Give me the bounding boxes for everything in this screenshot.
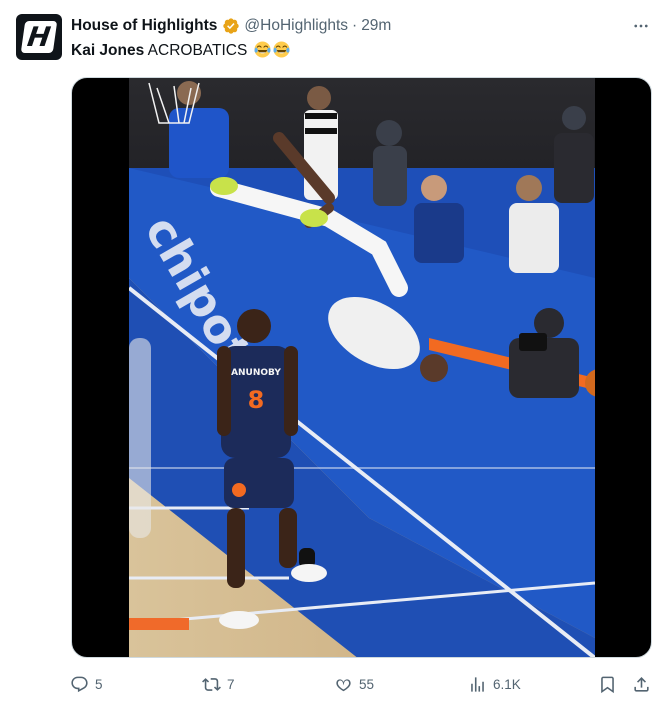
repost-button[interactable]: 7 [202,673,235,695]
bookmark-button[interactable] [598,673,617,695]
action-bar: 5 7 55 6.1K [70,673,656,695]
views-chart-icon [471,676,484,692]
like-count: 55 [359,676,375,692]
heart-icon [336,678,351,691]
jersey-number: 8 [248,386,265,414]
tweet-text: Kai Jones ACROBATICS [71,41,290,61]
jersey-name: ANUNOBY [231,368,281,378]
views-count: 6.1K [493,676,521,692]
reply-count: 5 [95,676,103,692]
share-icon [634,676,649,692]
reply-button[interactable]: 5 [70,673,103,695]
reply-icon [71,676,88,692]
share-button[interactable] [632,673,651,695]
author-handle[interactable]: @HoHighlights [244,16,348,36]
tears-of-joy-emoji-icon [273,41,290,58]
separator-dot: · [352,17,358,34]
video-still: chipotle ANUNOBY 8 [129,78,595,657]
timestamp[interactable]: 29m [361,16,391,36]
tears-of-joy-emoji-icon [254,41,271,58]
repost-icon [202,677,221,691]
author-name[interactable]: House of Highlights [71,16,217,36]
more-options-button[interactable] [627,14,655,38]
tweet-header: House of Highlights @HoHighlights · 29m [71,16,391,36]
views-button[interactable]: 6.1K [468,673,521,695]
ellipsis-icon [634,24,648,28]
video-frame[interactable]: chipotle ANUNOBY 8 [129,78,595,657]
tweet[interactable]: H House of Highlights @HoHighlights · 29… [0,0,661,708]
avatar-letter: H [25,21,53,53]
verified-badge-icon[interactable] [222,17,240,35]
video-media[interactable]: chipotle ANUNOBY 8 [71,77,652,658]
logo-icon: H [20,21,58,53]
like-button[interactable]: 55 [334,673,374,695]
repost-count: 7 [227,676,235,692]
bookmark-icon [601,676,614,693]
tweet-text-body: ACROBATICS [144,42,248,59]
avatar[interactable]: H [16,14,62,60]
tweet-text-bold: Kai Jones [71,42,145,59]
